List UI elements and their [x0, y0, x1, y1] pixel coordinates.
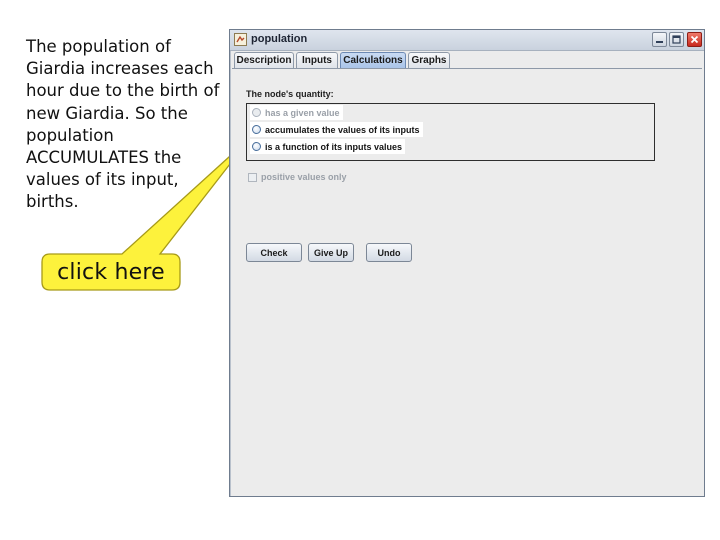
- minimize-icon: [656, 41, 663, 43]
- tab-calculations[interactable]: Calculations: [340, 52, 406, 68]
- app-window: population Description Inputs Calculatio…: [229, 29, 705, 497]
- option-function[interactable]: is a function of its inputs values: [250, 139, 406, 154]
- minimize-button[interactable]: [652, 32, 667, 47]
- checkbox-label: positive values only: [261, 172, 347, 182]
- quantity-type-group: has a given value accumulates the values…: [246, 103, 655, 161]
- tab-inputs[interactable]: Inputs: [296, 52, 338, 68]
- option-label: is a function of its inputs values: [265, 141, 403, 152]
- tab-description[interactable]: Description: [234, 52, 294, 68]
- option-label: has a given value: [265, 107, 340, 118]
- instruction-line: ACCUMULATES the: [26, 148, 182, 168]
- check-button[interactable]: Check: [246, 243, 302, 262]
- app-icon: [234, 33, 247, 46]
- instruction-line: population: [26, 125, 114, 145]
- title-bar[interactable]: population: [230, 30, 704, 51]
- window-title: population: [251, 33, 308, 45]
- maximize-button[interactable]: [669, 32, 684, 47]
- positive-values-checkbox[interactable]: [248, 172, 257, 182]
- callout-label: click here: [57, 259, 165, 285]
- radio-accumulates[interactable]: [252, 125, 261, 134]
- close-icon: [690, 35, 699, 44]
- tab-divider: [232, 68, 702, 69]
- give-up-button[interactable]: Give Up: [308, 243, 354, 262]
- option-label: accumulates the values of its inputs: [265, 124, 420, 135]
- tab-graphs[interactable]: Graphs: [408, 52, 450, 68]
- close-button[interactable]: [687, 32, 702, 47]
- section-label: The node's quantity:: [246, 89, 334, 99]
- radio-given-value[interactable]: [252, 108, 261, 117]
- maximize-icon: [672, 35, 681, 44]
- instruction-line: new Giardia. So the: [26, 103, 188, 123]
- instruction-line: hour due to the birth of: [26, 81, 220, 101]
- undo-button[interactable]: Undo: [366, 243, 412, 262]
- instruction-line: Giardia increases each: [26, 59, 214, 79]
- instruction-line: The population of: [26, 37, 171, 56]
- radio-function[interactable]: [252, 142, 261, 151]
- positive-values-option[interactable]: positive values only: [248, 171, 347, 183]
- option-given-value[interactable]: has a given value: [250, 105, 343, 120]
- instruction-text: The population of Giardia increases each…: [26, 36, 226, 214]
- instruction-line: births.: [26, 192, 79, 212]
- option-accumulates[interactable]: accumulates the values of its inputs: [250, 122, 423, 137]
- instruction-line: values of its input,: [26, 170, 179, 190]
